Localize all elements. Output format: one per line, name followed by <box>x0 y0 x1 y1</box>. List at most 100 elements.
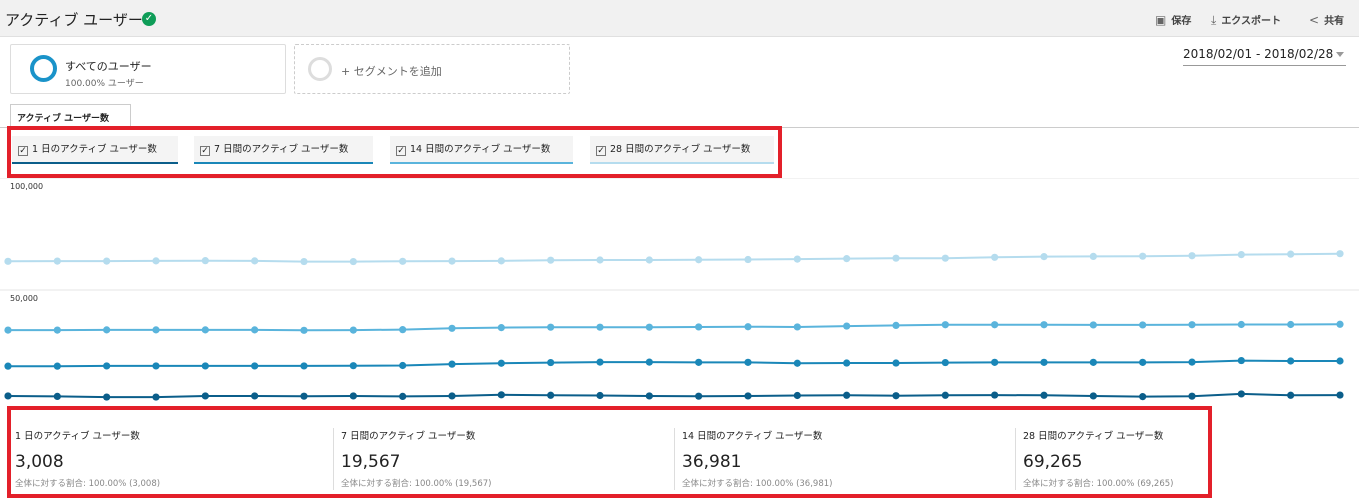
data-point <box>991 253 999 261</box>
download-icon: ⤓ <box>1211 13 1217 27</box>
data-point <box>892 359 900 367</box>
active-users-line-chart: 100,000 50,000 <box>0 178 1359 401</box>
save-button[interactable]: ▣ 保存 <box>1155 12 1191 27</box>
data-point <box>399 257 407 265</box>
data-point <box>1336 391 1344 399</box>
data-point <box>448 392 456 400</box>
data-point <box>1188 321 1196 329</box>
data-point <box>1139 321 1147 329</box>
data-point <box>53 257 61 265</box>
data-point <box>1237 356 1245 365</box>
data-point <box>547 358 555 367</box>
segment-all-users[interactable]: すべてのユーザー 100.00% ユーザー <box>10 44 286 94</box>
verified-check-icon: ✓ <box>142 12 156 26</box>
data-point <box>547 391 555 399</box>
data-point <box>300 326 308 334</box>
data-point <box>843 322 851 330</box>
data-point <box>941 321 949 329</box>
share-icon: < <box>1309 13 1320 27</box>
data-point <box>892 392 900 400</box>
data-point <box>53 326 61 334</box>
data-point <box>1139 393 1147 401</box>
data-point <box>1287 357 1295 365</box>
data-point <box>201 326 209 334</box>
data-point <box>399 326 407 334</box>
chevron-down-icon <box>1336 52 1344 57</box>
data-point <box>4 362 12 370</box>
data-point <box>448 324 456 332</box>
data-point <box>547 323 555 331</box>
data-point <box>843 359 851 367</box>
data-point <box>448 360 456 368</box>
data-point <box>596 323 604 331</box>
data-point <box>201 362 209 370</box>
tab-active-users[interactable]: アクティブ ユーザー数 <box>10 104 131 128</box>
add-segment-button[interactable]: + セグメントを追加 <box>294 44 570 94</box>
data-point <box>793 359 801 367</box>
data-point <box>53 362 61 370</box>
data-point <box>1139 358 1147 366</box>
date-range-picker[interactable]: 2018/02/01 - 2018/02/28 <box>1183 47 1346 66</box>
data-point <box>1237 390 1245 398</box>
highlight-box-metric-toggles <box>7 126 782 178</box>
data-point <box>152 393 160 401</box>
data-point <box>645 323 653 331</box>
data-point <box>4 392 12 400</box>
data-point <box>349 392 357 400</box>
data-point <box>941 391 949 399</box>
data-point <box>695 358 703 366</box>
data-point <box>744 392 752 400</box>
data-point <box>843 391 851 399</box>
data-point <box>645 358 653 366</box>
data-point <box>941 358 949 367</box>
save-icon: ▣ <box>1155 13 1167 27</box>
data-point <box>941 254 949 262</box>
data-point <box>1089 321 1097 329</box>
data-point <box>991 321 999 329</box>
data-point <box>201 257 209 265</box>
data-point <box>645 256 653 264</box>
y-tick-label: 100,000 <box>10 182 43 191</box>
data-point <box>1139 252 1147 260</box>
data-point <box>53 392 61 400</box>
data-point <box>1287 391 1295 399</box>
data-point <box>596 391 604 400</box>
data-point <box>1040 321 1048 329</box>
export-button[interactable]: ⤓ エクスポート <box>1211 12 1281 28</box>
data-point <box>497 359 505 367</box>
data-point <box>300 392 308 400</box>
add-segment-label: + セグメントを追加 <box>341 65 442 78</box>
data-point <box>991 358 999 366</box>
data-point <box>892 321 900 329</box>
data-point <box>251 257 259 265</box>
page-title: アクティブ ユーザー <box>5 11 143 29</box>
data-point <box>349 257 357 266</box>
data-point <box>1089 392 1097 400</box>
highlight-box-summary <box>7 406 1212 498</box>
data-point <box>152 362 160 370</box>
data-point <box>744 358 752 366</box>
data-point <box>1089 252 1097 260</box>
data-point <box>596 256 604 264</box>
data-point <box>349 362 357 370</box>
data-point <box>4 326 12 334</box>
share-button[interactable]: < 共有 <box>1309 12 1344 27</box>
data-point <box>1336 250 1344 258</box>
data-point <box>1237 251 1245 259</box>
segment-share: 100.00% ユーザー <box>65 79 144 89</box>
data-point <box>103 257 111 265</box>
data-point <box>103 326 111 334</box>
data-point <box>547 256 555 264</box>
data-point <box>793 391 801 400</box>
data-point <box>1188 392 1196 400</box>
data-point <box>892 254 900 262</box>
data-point <box>695 392 703 400</box>
data-point <box>843 255 851 263</box>
data-point <box>1040 253 1048 261</box>
data-point <box>152 257 160 265</box>
data-point <box>991 391 999 399</box>
data-point <box>596 358 604 366</box>
y-tick-label: 50,000 <box>10 294 38 303</box>
data-point <box>251 362 259 370</box>
data-point <box>1089 358 1097 366</box>
